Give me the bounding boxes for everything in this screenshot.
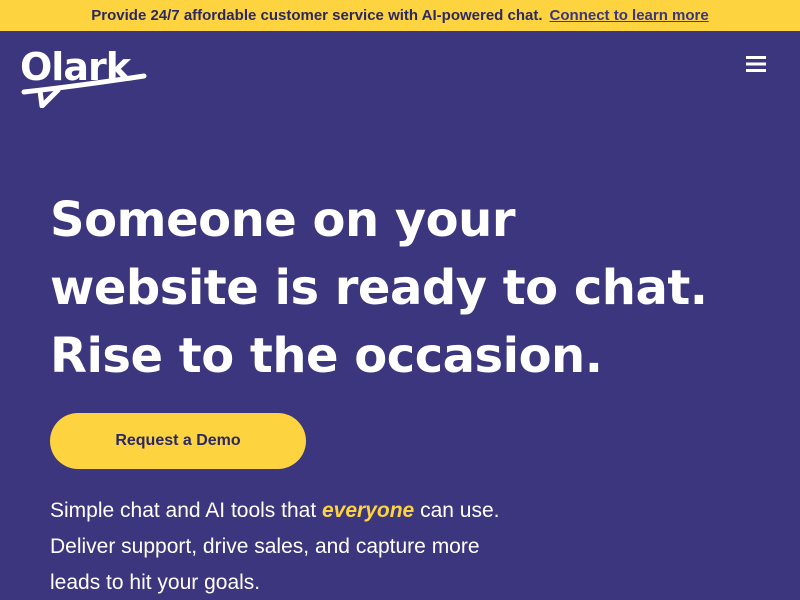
logo-text: Olark xyxy=(20,45,132,89)
subtext-emphasis: everyone xyxy=(322,499,415,522)
olark-logo[interactable]: Olark xyxy=(18,42,148,108)
announcement-banner: Provide 24/7 affordable customer service… xyxy=(0,0,800,31)
hero-headline: Someone on your website is ready to chat… xyxy=(50,186,770,390)
hero-subtext: Simple chat and AI tools that everyone c… xyxy=(50,493,750,600)
subtext-line-1: Simple chat and AI tools that everyone c… xyxy=(50,493,750,529)
subtext-line-2: Deliver support, drive sales, and captur… xyxy=(50,535,480,558)
headline-line-1: Someone on your xyxy=(50,192,516,248)
headline-line-2: website is ready to chat. xyxy=(50,260,708,316)
olark-logo-icon: Olark xyxy=(20,45,147,108)
subtext-line-1-after: can use. xyxy=(414,499,500,522)
subtext-line-1-before: Simple chat and AI tools that xyxy=(50,499,322,522)
banner-link[interactable]: Connect to learn more xyxy=(550,7,709,24)
menu-button[interactable] xyxy=(740,50,772,78)
headline-line-3: Rise to the occasion. xyxy=(50,328,603,384)
banner-text: Provide 24/7 affordable customer service… xyxy=(91,7,543,24)
hamburger-menu-icon xyxy=(746,56,766,72)
request-demo-button[interactable]: Request a Demo xyxy=(50,413,306,469)
subtext-line-3: leads to hit your goals. xyxy=(50,571,261,594)
